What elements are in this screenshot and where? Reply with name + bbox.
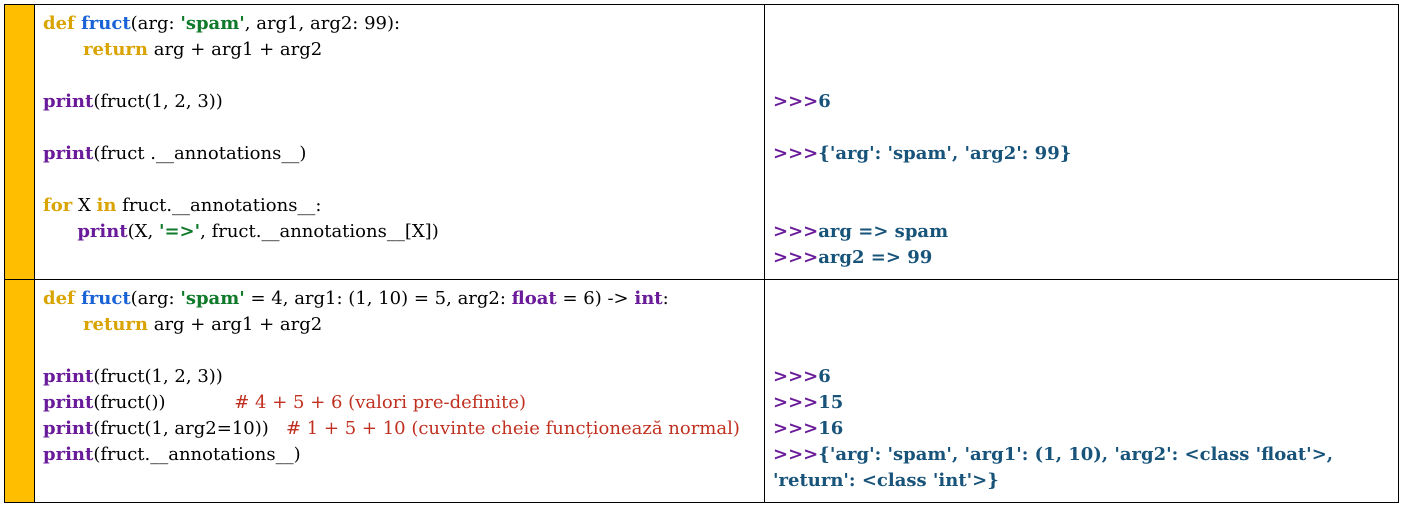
token: 6	[818, 91, 831, 112]
token: >>>	[773, 143, 818, 164]
token: >>>	[773, 221, 818, 242]
table-row: def fruct(arg: 'spam' = 4, arg1: (1, 10)…	[5, 280, 1399, 503]
token: (fruct(1, arg2=10))	[93, 418, 286, 439]
token: # 4 + 5 + 6 (valori pre-definite)	[234, 392, 526, 413]
token: fruct.__annotations__:	[116, 195, 321, 216]
row-marker	[5, 5, 35, 280]
token: print	[43, 91, 93, 112]
code-cell: def fruct(arg: 'spam' = 4, arg1: (1, 10)…	[35, 280, 765, 503]
token: >>>	[773, 392, 818, 413]
code-block: def fruct(arg: 'spam' = 4, arg1: (1, 10)…	[43, 286, 756, 468]
token: fruct	[81, 288, 131, 309]
token: # 1 + 5 + 10 (cuvinte cheie funcționează…	[286, 418, 740, 439]
token: 15	[818, 392, 843, 413]
token: (arg:	[131, 13, 181, 34]
token: print	[77, 221, 127, 242]
token: = 4, arg1: (1, 10) = 5, arg2:	[245, 288, 512, 309]
token: (fruct .__annotations__)	[93, 143, 306, 164]
token: print	[43, 392, 93, 413]
token: arg => spam	[818, 221, 948, 242]
token: {'arg': 'spam', 'arg2': 99}	[818, 143, 1071, 164]
output-block: >>>6 >>>15 >>>16 >>>{'arg': 'spam', 'arg…	[773, 286, 1390, 494]
token: >>>	[773, 247, 818, 268]
token: 'spam'	[180, 288, 244, 309]
token: 'spam'	[180, 13, 244, 34]
examples-table: def fruct(arg: 'spam', arg1, arg2: 99): …	[4, 4, 1399, 503]
token: , arg1, arg2: 99):	[245, 13, 400, 34]
token: >>>	[773, 418, 818, 439]
token: , fruct.__annotations__[X])	[200, 221, 439, 242]
token: {'arg': 'spam', 'arg1': (1, 10), 'arg2':…	[773, 444, 1339, 491]
token: def	[43, 288, 81, 309]
token: return	[83, 39, 148, 60]
output-cell: >>>6 >>>15 >>>16 >>>{'arg': 'spam', 'arg…	[765, 280, 1399, 503]
token: 6	[818, 366, 831, 387]
token: print	[43, 366, 93, 387]
token: >>>	[773, 366, 818, 387]
token: print	[43, 143, 93, 164]
row-marker	[5, 280, 35, 503]
token	[43, 221, 77, 242]
code-cell: def fruct(arg: 'spam', arg1, arg2: 99): …	[35, 5, 765, 280]
token: print	[43, 444, 93, 465]
token: print	[43, 418, 93, 439]
token: >>>	[773, 444, 818, 465]
token: 16	[818, 418, 843, 439]
token: (fruct(1, 2, 3))	[93, 91, 223, 112]
token: int	[634, 288, 662, 309]
token: def	[43, 13, 81, 34]
token: = 6) ->	[557, 288, 635, 309]
token: '=>'	[159, 221, 200, 242]
output-block: >>>6 >>>{'arg': 'spam', 'arg2': 99} >>>a…	[773, 11, 1390, 271]
token: arg2 => 99	[818, 247, 932, 268]
token: in	[97, 195, 117, 216]
token: for	[43, 195, 72, 216]
table-row: def fruct(arg: 'spam', arg1, arg2: 99): …	[5, 5, 1399, 280]
token: :	[663, 288, 669, 309]
token: >>>	[773, 91, 818, 112]
token: (fruct())	[93, 392, 234, 413]
token: (fruct(1, 2, 3))	[93, 366, 223, 387]
token: arg + arg1 + arg2	[148, 39, 322, 60]
token: fruct	[81, 13, 131, 34]
token	[43, 39, 83, 60]
token: (X,	[128, 221, 159, 242]
token: (fruct.__annotations__)	[93, 444, 300, 465]
token: arg + arg1 + arg2	[148, 314, 322, 335]
output-cell: >>>6 >>>{'arg': 'spam', 'arg2': 99} >>>a…	[765, 5, 1399, 280]
token	[43, 314, 83, 335]
token: (arg:	[131, 288, 181, 309]
token: X	[72, 195, 96, 216]
token: return	[83, 314, 148, 335]
code-block: def fruct(arg: 'spam', arg1, arg2: 99): …	[43, 11, 756, 245]
token: float	[512, 288, 557, 309]
